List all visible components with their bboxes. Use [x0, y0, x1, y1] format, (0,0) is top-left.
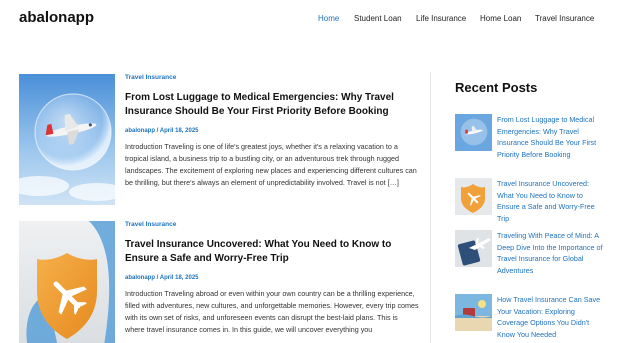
passport-plane-icon	[455, 230, 492, 267]
list-item[interactable]: From Lost Luggage to Medical Emergencies…	[455, 114, 605, 160]
content-divider	[430, 72, 431, 343]
recent-post-link[interactable]: Traveling With Peace of Mind: A Deep Div…	[497, 231, 602, 275]
sidebar-title: Recent Posts	[455, 80, 538, 95]
post-thumbnail[interactable]	[19, 74, 115, 205]
site-title[interactable]: abalonapp	[19, 9, 94, 26]
post-thumbnail[interactable]	[19, 221, 115, 343]
airplane-bubble-icon	[455, 114, 492, 151]
sidebar: Recent Posts From Lost Luggage to Medica…	[455, 80, 605, 339]
nav-item-home[interactable]: Home	[318, 14, 339, 23]
list-item[interactable]: Traveling With Peace of Mind: A Deep Div…	[455, 230, 605, 276]
recent-post-link[interactable]: How Travel Insurance Can Save Your Vacat…	[497, 295, 600, 339]
recent-post-thumbnail[interactable]	[455, 230, 492, 267]
post-date[interactable]: April 18, 2025	[160, 275, 199, 281]
post-body: Travel Insurance Travel Insurance Uncove…	[125, 221, 419, 336]
recent-post-thumbnail[interactable]	[455, 178, 492, 215]
nav-item-travel-insurance[interactable]: Travel Insurance	[535, 14, 594, 23]
post-date[interactable]: April 18, 2025	[160, 128, 199, 134]
post-excerpt: Introduction Traveling abroad or even wi…	[125, 289, 419, 334]
post-category[interactable]: Travel Insurance	[125, 74, 419, 81]
post-author[interactable]: abalonapp	[125, 275, 155, 281]
nav-item-student-loan[interactable]: Student Loan	[354, 14, 402, 23]
list-item[interactable]: Travel Insurance Uncovered: What You Nee…	[455, 178, 605, 224]
post-body: Travel Insurance From Lost Luggage to Me…	[125, 74, 419, 189]
post-title[interactable]: From Lost Luggage to Medical Emergencies…	[125, 91, 419, 119]
post-author[interactable]: abalonapp	[125, 128, 155, 134]
beach-photo-icon	[455, 294, 492, 331]
post-card: Travel Insurance Travel Insurance Uncove…	[19, 221, 419, 343]
airplane-bubble-icon	[19, 74, 115, 205]
post-card: Travel Insurance From Lost Luggage to Me…	[19, 74, 419, 205]
post-category[interactable]: Travel Insurance	[125, 221, 419, 228]
post-meta: abalonapp / April 18, 2025	[125, 128, 419, 134]
recent-post-thumbnail[interactable]	[455, 114, 492, 151]
recent-post-thumbnail[interactable]	[455, 294, 492, 331]
post-title[interactable]: Travel Insurance Uncovered: What You Nee…	[125, 238, 419, 266]
recent-post-link[interactable]: Travel Insurance Uncovered: What You Nee…	[497, 179, 595, 223]
list-item[interactable]: How Travel Insurance Can Save Your Vacat…	[455, 294, 605, 340]
site-header: abalonapp Home Student Loan Life Insuran…	[0, 0, 620, 40]
airplane-shield-icon	[19, 221, 115, 343]
post-meta: abalonapp / April 18, 2025	[125, 275, 419, 281]
nav-item-life-insurance[interactable]: Life Insurance	[416, 14, 466, 23]
nav-item-home-loan[interactable]: Home Loan	[480, 14, 521, 23]
recent-post-link[interactable]: From Lost Luggage to Medical Emergencies…	[497, 115, 596, 159]
post-excerpt: Introduction Traveling is one of life's …	[125, 142, 417, 187]
airplane-shield-icon	[455, 178, 492, 215]
